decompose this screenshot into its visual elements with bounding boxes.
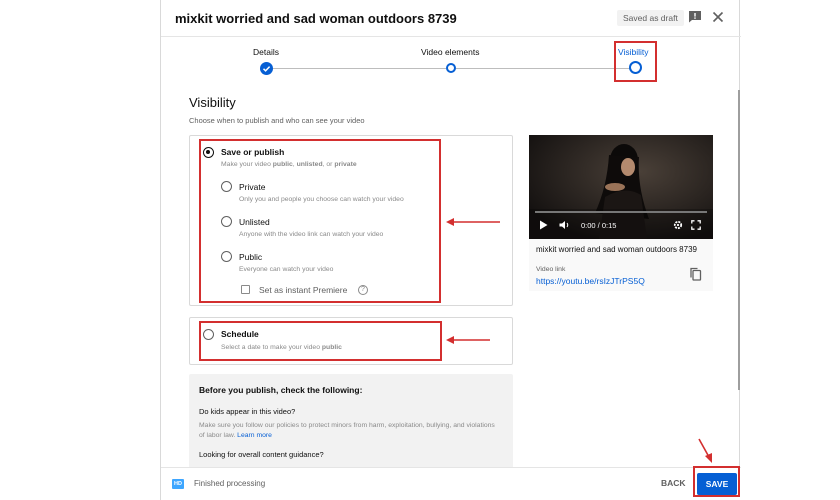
highlight-box-schedule (199, 321, 442, 361)
video-info-panel: mixkit worried and sad woman outdoors 87… (529, 239, 713, 291)
upload-dialog: mixkit worried and sad woman outdoors 87… (160, 0, 741, 500)
step-video-elements-dot[interactable] (446, 63, 456, 73)
video-preview[interactable]: 0:00 / 0:15 (529, 135, 713, 239)
fullscreen-icon[interactable] (691, 220, 701, 230)
copy-icon[interactable] (689, 267, 702, 281)
step-details-check-icon[interactable] (260, 62, 273, 75)
feedback-icon[interactable] (688, 10, 702, 23)
processing-status: Finished processing (194, 479, 266, 488)
learn-more-link[interactable]: Learn more (237, 432, 272, 439)
close-icon[interactable] (711, 10, 725, 24)
arrow-left-icon (446, 218, 500, 226)
scrollbar[interactable] (738, 90, 740, 390)
step-details-label[interactable]: Details (253, 47, 279, 57)
pre-publish-checklist: Before you publish, check the following:… (189, 374, 513, 470)
back-button[interactable]: BACK (661, 478, 686, 488)
checklist-question-guidance: Looking for overall content guidance? (199, 450, 324, 459)
checklist-title: Before you publish, check the following: (199, 385, 363, 395)
highlight-box-save (693, 466, 740, 497)
video-frame-image (529, 135, 713, 239)
settings-gear-icon[interactable] (673, 220, 683, 230)
step-video-elements-label[interactable]: Video elements (421, 47, 479, 57)
checklist-kids-text: Make sure you follow our policies to pro… (199, 422, 495, 439)
checklist-question-kids: Do kids appear in this video? (199, 407, 296, 416)
dialog-footer: HD Finished processing BACK SAVE (161, 467, 741, 500)
video-title: mixkit worried and sad woman outdoors 87… (536, 245, 697, 254)
arrow-left-icon (446, 336, 490, 344)
visibility-heading: Visibility (189, 95, 236, 110)
stepper-line-2 (456, 68, 630, 69)
highlight-box-save-publish (199, 139, 441, 303)
draft-status-badge: Saved as draft (617, 10, 684, 26)
dialog-title: mixkit worried and sad woman outdoors 87… (175, 11, 457, 26)
arrow-down-icon (698, 438, 712, 463)
highlight-box-visibility-step (614, 41, 657, 82)
visibility-subheading: Choose when to publish and who can see y… (189, 116, 365, 125)
volume-icon[interactable] (559, 220, 571, 230)
stepper-line-1 (267, 68, 446, 69)
play-icon[interactable] (539, 220, 548, 230)
video-link[interactable]: https://youtu.be/rsIzJTrPS5Q (536, 276, 645, 286)
checkmark-icon (262, 66, 271, 72)
hd-icon: HD (172, 479, 184, 489)
video-time: 0:00 / 0:15 (581, 221, 617, 230)
dialog-header: mixkit worried and sad woman outdoors 87… (161, 0, 741, 37)
video-link-label: Video link (536, 266, 566, 273)
video-progress-track[interactable] (535, 211, 707, 213)
